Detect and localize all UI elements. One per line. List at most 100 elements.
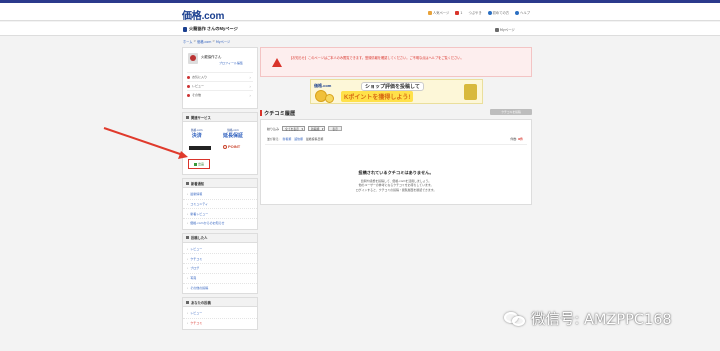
sort-label: 並び替え: — [267, 137, 280, 141]
gift-box-icon — [464, 84, 477, 100]
header-links: 人気ページ 1 つぶやき 初めての方 ヘルプ — [427, 10, 530, 15]
chevron-right-icon: › — [187, 321, 189, 326]
result-count: 件数: 0件 — [510, 137, 523, 141]
user-subbar: 火龍協作 さんのMyページ Myページ — [0, 22, 720, 36]
posts-item[interactable]: › その他の投稿 — [183, 282, 257, 293]
tag-icon — [193, 162, 197, 166]
breadcrumb-separator: > — [193, 39, 197, 43]
coin-icon — [325, 94, 334, 103]
profile-menu-item[interactable]: その他 — [187, 90, 253, 99]
user-icon — [183, 26, 187, 32]
posts-item[interactable]: › 写真 — [183, 272, 257, 283]
header-link-help[interactable]: ヘルプ — [515, 10, 530, 15]
chevron-right-icon: › — [187, 266, 189, 271]
service-payment[interactable]: 価格.com 決済 — [191, 128, 203, 139]
gear-icon — [187, 93, 190, 97]
news-box: 新着通知 › 最新情報 › コミュニティ › 新着レビュー › 価格.comからのお知ら… — [182, 178, 258, 230]
new-kuchikomi-button[interactable]: クチコミを投稿 — [490, 109, 532, 115]
sidebar: 火龍協作さん プロフィール編集 お気に入り レビュー その他 関連サービス 価格… — [182, 47, 258, 333]
posts-item[interactable]: › ブログ — [183, 263, 257, 273]
posts-box: 投稿した人 › レビュー › クチコミ › ブログ › 写真 › その他の投稿 — [182, 232, 258, 295]
avatar[interactable] — [188, 53, 198, 64]
profile-menu-item[interactable]: お気に入り — [187, 72, 253, 81]
sort-link-replies[interactable]: 返信順 — [294, 137, 303, 141]
watermark-text: 微信号: AMZPPC168 — [531, 312, 672, 328]
chevron-right-icon: › — [187, 211, 189, 216]
sort-row: 並び替え: 新着順 返信順 最終投稿日順 — [267, 137, 323, 141]
pencil-icon — [187, 84, 190, 88]
filter-apply-button[interactable]: 表示 — [328, 126, 342, 131]
empty-state: 投稿されているクチコミはありません。 質問や感想を投稿して、価格.comを活用し… — [261, 170, 531, 192]
site-logo[interactable]: 価格.com — [182, 7, 224, 22]
services-list: 価格.com 決済 価格.com 延長保証 POINT 出品 — [183, 122, 257, 174]
bell-icon — [455, 10, 460, 15]
mine-item[interactable]: › レビュー — [183, 308, 257, 318]
breadcrumb: ホーム > 価格.com > Myページ — [183, 39, 230, 44]
service-warranty[interactable]: 価格.com 延長保証 — [223, 128, 243, 139]
header-link-notifications[interactable]: 1 — [455, 10, 462, 15]
page-title: 火龍協作 さんのMyページ — [183, 26, 238, 32]
mypage-link[interactable]: Myページ — [495, 27, 515, 32]
notice-text: 【お知らせ】このページはご本人のみ閲覧できます。登録情報を確認してください。ご不… — [289, 56, 464, 60]
chevron-right-icon: › — [187, 191, 189, 196]
header-link-tweets[interactable]: つぶやき — [468, 10, 481, 15]
chevron-right-icon: › — [187, 256, 189, 261]
banner-subline: Kポイントを獲得しよう! — [341, 91, 414, 102]
mine-heading: あなたの投稿 — [183, 298, 257, 308]
grid-icon — [186, 115, 189, 119]
chevron-right-icon: › — [187, 221, 189, 226]
posts-heading: 投稿した人 — [183, 233, 257, 243]
user-icon — [186, 300, 189, 304]
chevron-right-icon: › — [187, 202, 189, 207]
empty-title: 投稿されているクチコミはありません。 — [358, 170, 434, 175]
breadcrumb-item[interactable]: ホーム — [183, 39, 192, 44]
sell-button[interactable]: 出品 — [188, 159, 210, 169]
warning-icon — [272, 58, 282, 67]
mine-item-active[interactable]: › クチコミ — [183, 317, 257, 328]
news-item[interactable]: › 最新情報 — [183, 189, 257, 199]
heart-icon — [187, 75, 190, 79]
info-icon — [487, 10, 492, 15]
news-item[interactable]: › 新着レビュー — [183, 208, 257, 218]
services-box: 関連サービス 価格.com 決済 価格.com 延長保証 POINT 出品 — [182, 112, 258, 175]
star-icon — [427, 10, 432, 15]
filter-label: 絞り込み — [267, 126, 280, 131]
sort-link-newest[interactable]: 新着順 — [283, 137, 292, 141]
news-item[interactable]: › 価格.comからのお知らせ — [183, 218, 257, 228]
banner-logo: 価格.com — [314, 83, 332, 88]
profile-box: 火龍協作さん プロフィール編集 お気に入り レビュー その他 — [182, 47, 258, 109]
profile-menu-item[interactable]: レビュー — [187, 81, 253, 90]
breadcrumb-current: Myページ — [216, 40, 231, 44]
site-header: 価格.com 人気ページ 1 つぶやき 初めての方 ヘルプ — [0, 3, 720, 22]
heading-bar — [260, 110, 262, 116]
posts-item[interactable]: › レビュー — [183, 244, 257, 254]
chevron-right-icon: › — [187, 311, 189, 316]
promo-banner[interactable]: 価格.com ショップ評価を投稿して Kポイントを獲得しよう! — [310, 79, 483, 104]
header-link-popular[interactable]: 人気ページ — [427, 10, 449, 15]
profile-edit-link[interactable]: プロフィール編集 — [219, 61, 243, 65]
main-content: 【お知らせ】このページはご本人のみ閲覧できます。登録情報を確認してください。ご不… — [260, 47, 532, 77]
banner-headline: ショップ評価を投稿して — [361, 82, 424, 91]
person-icon — [495, 27, 499, 32]
help-icon — [515, 10, 520, 15]
profile-name: 火龍協作さん — [201, 55, 222, 59]
people-icon — [186, 236, 189, 240]
service-logo-dark[interactable] — [189, 146, 211, 150]
filter-row: 絞り込み 全てを表示 新着順 表示 — [267, 126, 342, 131]
kuchikomi-section: クチコミ履歴 クチコミを投稿 絞り込み 全てを表示 新着順 表示 並び替え: 新… — [260, 108, 532, 205]
sort-current: 最終投稿日順 — [305, 137, 324, 141]
mine-box: あなたの投稿 › レビュー › クチコミ — [182, 297, 258, 330]
header-link-beginners[interactable]: 初めての方 — [487, 10, 509, 15]
chevron-right-icon: › — [187, 276, 189, 281]
watermark: 微信号: AMZPPC168 — [504, 308, 672, 329]
services-heading: 関連サービス — [183, 113, 257, 122]
news-item[interactable]: › コミュニティ — [183, 198, 257, 209]
order-select[interactable]: 新着順 — [307, 126, 326, 131]
service-point[interactable]: POINT — [223, 144, 240, 149]
kuchikomi-panel: 絞り込み 全てを表示 新着順 表示 並び替え: 新着順 返信順 最終投稿日順 件… — [260, 119, 532, 205]
breadcrumb-item[interactable]: 価格.com — [197, 39, 211, 44]
wechat-icon — [504, 310, 526, 328]
category-select[interactable]: 全てを表示 — [282, 126, 305, 131]
arrow-shaft — [103, 127, 184, 156]
posts-item[interactable]: › クチコミ — [183, 253, 257, 263]
